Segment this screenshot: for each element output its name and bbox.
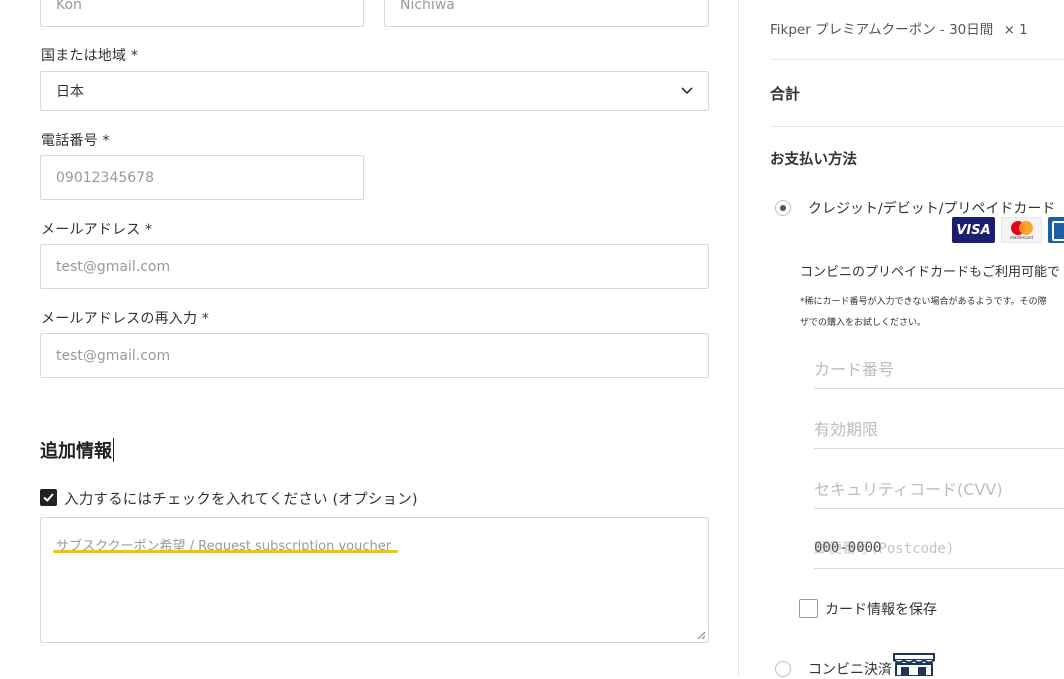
phone-field[interactable]: 09012345678 xyxy=(40,155,364,200)
order-item: Fikper プレミアムクーポン - 30日間 × 1 xyxy=(770,18,1028,38)
checkmark-icon xyxy=(43,493,54,502)
third-card-mark xyxy=(1052,221,1064,241)
column-divider xyxy=(738,0,739,675)
optional-checkbox[interactable] xyxy=(40,489,57,506)
mastercard-orange-circle xyxy=(1019,221,1033,235)
order-item-name: Fikper プレミアムクーポン - 30日間 xyxy=(770,22,994,38)
payment-heading: お支払い方法 xyxy=(770,152,857,168)
third-card-logo xyxy=(1048,217,1064,243)
radio-selected-dot xyxy=(780,205,786,211)
phone-placeholder: 09012345678 xyxy=(56,169,154,186)
small-note-line1: *稀にカード番号が入力できない場合があるようです。その際 xyxy=(800,297,1047,307)
convenience-store-icon xyxy=(893,653,935,676)
email-confirm-placeholder: test@gmail.com xyxy=(56,347,171,364)
phone-label: 電話番号 * xyxy=(41,133,110,149)
country-select[interactable]: 日本 xyxy=(40,71,709,111)
last-name-field[interactable]: Nichiwa xyxy=(384,0,709,27)
save-card-label: カード情報を保存 xyxy=(825,602,937,618)
last-name-value: Nichiwa xyxy=(400,0,455,13)
cvv-placeholder: セキュリティコード(CVV) xyxy=(814,480,1003,499)
save-card-checkbox[interactable] xyxy=(799,599,818,618)
small-note-line2: ザでの購入をお試しください。 xyxy=(800,318,927,328)
additional-heading: 追加情報 xyxy=(40,437,114,463)
email-field[interactable]: test@gmail.com xyxy=(40,244,709,289)
highlight-underline xyxy=(53,550,398,553)
mastercard-text: mastercard xyxy=(1010,235,1033,240)
first-name-value: Kon xyxy=(56,0,82,13)
card-number-field[interactable]: カード番号 xyxy=(814,348,1064,389)
order-notes-textarea[interactable]: サブスククーポン希望 / Request subscription vouche… xyxy=(40,517,709,643)
cvv-field[interactable]: セキュリティコード(CVV) xyxy=(814,468,1064,509)
email-confirm-label: メールアドレスの再入力 * xyxy=(41,311,210,327)
expiry-field[interactable]: 有効期限 xyxy=(814,408,1064,449)
konbini-label: コンビニ決済 xyxy=(808,662,892,678)
card-payment-radio[interactable] xyxy=(775,200,791,216)
country-value: 日本 xyxy=(56,84,84,100)
prepaid-note: コンビニのプリペイドカードもご利用可能で xyxy=(800,265,1061,280)
card-payment-label: クレジット/デビット/プリペイドカード xyxy=(808,201,1056,217)
visa-logo: VISA xyxy=(952,217,995,243)
visa-text: VISA xyxy=(956,222,991,238)
additional-heading-text: 追加情報 xyxy=(40,441,112,462)
postcode-field[interactable]: 郵便番号(Postcode) 000-0000 xyxy=(814,528,1064,569)
first-name-field[interactable]: Kon xyxy=(40,0,364,27)
postcode-overlay: 000-0000 xyxy=(814,540,882,556)
email-confirm-field[interactable]: test@gmail.com xyxy=(40,333,709,378)
total-label: 合計 xyxy=(770,85,801,103)
order-divider-1 xyxy=(770,59,1064,60)
order-item-qty: × 1 xyxy=(1003,22,1028,38)
email-label: メールアドレス * xyxy=(41,222,153,238)
mastercard-logo: mastercard xyxy=(1001,217,1042,243)
expiry-placeholder: 有効期限 xyxy=(814,420,879,439)
chevron-down-icon xyxy=(681,87,693,95)
card-number-placeholder: カード番号 xyxy=(814,360,895,379)
email-placeholder: test@gmail.com xyxy=(56,258,171,275)
order-divider-2 xyxy=(770,126,1064,127)
resize-handle-icon[interactable] xyxy=(696,630,706,640)
optional-checkbox-label: 入力するにはチェックを入れてください (オプション) xyxy=(64,492,418,508)
country-label: 国または地域 * xyxy=(41,48,139,64)
text-cursor xyxy=(113,438,114,462)
